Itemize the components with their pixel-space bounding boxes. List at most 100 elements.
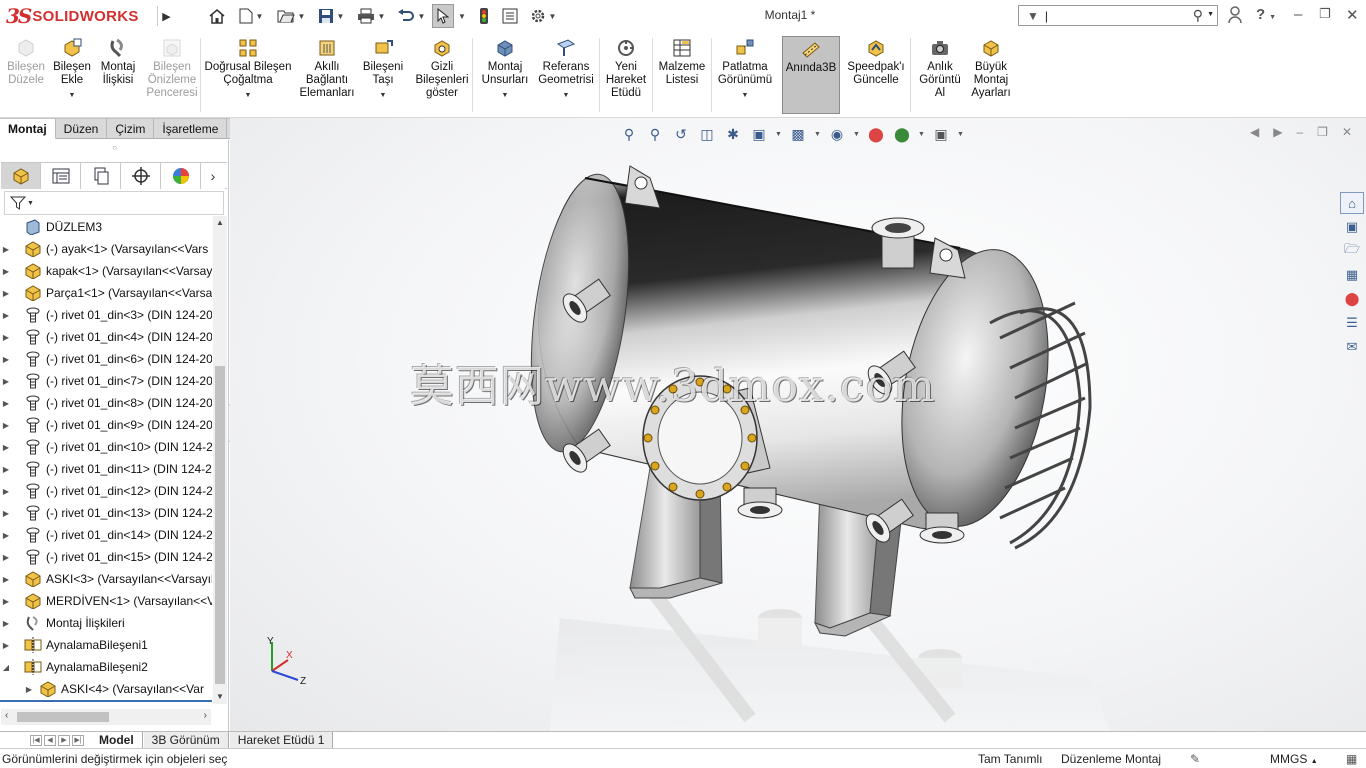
- more-tabs-chevron-icon[interactable]: ›: [201, 163, 225, 189]
- tab-3[interactable]: İşaretleme: [154, 118, 228, 139]
- assembly-features-button[interactable]: Montaj Unsurları ▼: [478, 36, 532, 114]
- rebuild-traffic-light-icon[interactable]: [473, 4, 495, 28]
- tree-horizontal-scrollbar[interactable]: ‹ ›: [1, 709, 211, 725]
- search-icon[interactable]: ⚲: [1193, 7, 1203, 24]
- tab-1[interactable]: Düzen: [55, 118, 108, 139]
- design-library-icon[interactable]: ▣: [1340, 216, 1364, 238]
- tree-item[interactable]: ▶ (-) rivet 01_din<11> (DIN 124-2: [0, 458, 212, 480]
- tree-item[interactable]: ▶ (-) ayak<1> (Varsayılan<<Vars: [0, 238, 212, 260]
- tab-0[interactable]: Montaj: [0, 118, 56, 139]
- edit-appearance-icon[interactable]: ⬤: [865, 123, 887, 145]
- tree-rollback-bar[interactable]: [0, 700, 212, 702]
- viewport-minimize-icon[interactable]: –: [1296, 125, 1303, 139]
- take-snapshot-button[interactable]: Anlık Görüntü Al: [914, 36, 966, 114]
- hide-show-items-icon[interactable]: ◉: [826, 123, 848, 145]
- rebuild-status-icon[interactable]: ✎: [1190, 752, 1200, 766]
- tree-item[interactable]: ▶ (-) rivet 01_din<14> (DIN 124-2: [0, 524, 212, 546]
- view-orientation-dropdown-icon[interactable]: ▼: [774, 123, 783, 145]
- expand-arrow-icon[interactable]: ▶: [0, 267, 12, 276]
- tree-item[interactable]: ▶ AynalamaBileşeni1: [0, 634, 212, 656]
- chevron-down-icon[interactable]: ▼: [380, 89, 387, 102]
- bottom-tab-2[interactable]: Hareket Etüdü 1: [228, 732, 334, 748]
- tree-item[interactable]: ▶ (-) rivet 01_din<3> (DIN 124-20: [0, 304, 212, 326]
- status-bar-toggle-icon[interactable]: ▦: [1346, 752, 1357, 766]
- scroll-down-icon[interactable]: ▼: [213, 690, 227, 704]
- restore-window-icon[interactable]: ❐: [1319, 6, 1331, 22]
- move-component-button[interactable]: Bileşeni Taşı ▼: [360, 36, 406, 114]
- tree-item[interactable]: ▶ MERDİVEN<1> (Varsayılan<<V: [0, 590, 212, 612]
- display-style-dropdown-icon[interactable]: ▼: [813, 123, 822, 145]
- tree-item[interactable]: ◢ AynalamaBileşeni2: [0, 656, 212, 678]
- pressure-vessel-model[interactable]: [230, 118, 1366, 731]
- expand-arrow-icon[interactable]: ▶: [0, 333, 12, 342]
- instant3d-button[interactable]: Anında3B: [782, 36, 840, 114]
- first-tab-icon[interactable]: |◀: [30, 734, 42, 746]
- close-window-icon[interactable]: ✕: [1346, 6, 1359, 24]
- chevron-down-icon[interactable]: ▼: [245, 89, 252, 102]
- tree-vertical-scrollbar[interactable]: ▲ ▼: [213, 216, 227, 704]
- tree-item[interactable]: DÜZLEM3: [0, 216, 212, 238]
- large-assembly-settings-button[interactable]: Büyük Montaj Ayarları: [968, 36, 1014, 114]
- view-palette-icon[interactable]: ▦: [1340, 264, 1364, 286]
- display-style-icon[interactable]: ▩: [787, 123, 809, 145]
- tree-item[interactable]: ▶ (-) rivet 01_din<4> (DIN 124-20: [0, 326, 212, 348]
- bottom-tab-0[interactable]: Model: [90, 732, 143, 748]
- expand-arrow-icon[interactable]: ▶: [0, 531, 12, 540]
- tree-item[interactable]: ▶ (-) rivet 01_din<7> (DIN 124-20: [0, 370, 212, 392]
- tree-item[interactable]: ▶ (-) rivet 01_din<10> (DIN 124-2: [0, 436, 212, 458]
- previous-tab-icon[interactable]: ◀: [44, 734, 56, 746]
- user-account-icon[interactable]: [1228, 6, 1242, 28]
- tree-item[interactable]: ▶ (-) rivet 01_din<8> (DIN 124-20: [0, 392, 212, 414]
- expand-arrow-icon[interactable]: ▶: [0, 355, 12, 364]
- tree-item[interactable]: ▶ ASKI<3> (Varsayılan<<Varsayıl: [0, 568, 212, 590]
- chevron-down-icon[interactable]: ▼: [502, 89, 509, 102]
- expand-arrow-icon[interactable]: ▶: [0, 289, 12, 298]
- reference-geometry-button[interactable]: Referans Geometrisi ▼: [536, 36, 596, 114]
- section-view-icon[interactable]: ◫: [696, 123, 718, 145]
- expand-arrow-icon[interactable]: ▶: [0, 509, 12, 518]
- expanded-arrow-icon[interactable]: ◢: [0, 663, 12, 672]
- tree-item[interactable]: ▶ (-) rivet 01_din<12> (DIN 124-2: [0, 480, 212, 502]
- zoom-to-fit-icon[interactable]: ⚲: [618, 123, 640, 145]
- expand-arrow-icon[interactable]: ▶: [0, 641, 12, 650]
- chevron-down-icon[interactable]: ▼: [563, 89, 570, 102]
- scroll-left-icon[interactable]: ‹: [5, 710, 8, 721]
- mate-button[interactable]: Montaj İlişkisi: [96, 36, 140, 114]
- viewport-close-icon[interactable]: ✕: [1342, 125, 1352, 139]
- hide-show-dropdown-icon[interactable]: ▼: [852, 123, 861, 145]
- new-document-icon[interactable]: ▼: [233, 4, 269, 28]
- viewport-collapse-left-icon[interactable]: ◀: [1250, 125, 1259, 139]
- appearances-scenes-icon[interactable]: ⬤: [1340, 288, 1364, 310]
- scroll-thumb[interactable]: [215, 366, 225, 684]
- solidworks-logo[interactable]: 3S SOLIDWORKS: [6, 2, 139, 30]
- search-scope-icon[interactable]: ▼: [1027, 9, 1039, 23]
- expand-arrow-icon[interactable]: ▶: [0, 377, 12, 386]
- last-tab-icon[interactable]: ▶|: [72, 734, 84, 746]
- edit-component-button[interactable]: Bileşen Düzele: [4, 36, 48, 114]
- solidworks-resources-home-icon[interactable]: ⌂: [1340, 192, 1364, 214]
- chevron-down-icon[interactable]: ▼: [69, 89, 76, 102]
- print-icon[interactable]: ▼: [353, 4, 389, 28]
- dimxpert-manager-tab-icon[interactable]: [121, 163, 161, 189]
- tree-item[interactable]: ▶ (-) rivet 01_din<9> (DIN 124-20: [0, 414, 212, 436]
- undo-icon[interactable]: ▼: [393, 4, 429, 28]
- custom-properties-icon[interactable]: ☰: [1340, 312, 1364, 334]
- apply-scene-dropdown-icon[interactable]: ▼: [917, 123, 926, 145]
- select-dropdown-icon[interactable]: ▼: [456, 4, 468, 28]
- scroll-up-icon[interactable]: ▲: [213, 216, 227, 230]
- expand-arrow-icon[interactable]: ▶: [0, 245, 12, 254]
- viewport-expand-right-icon[interactable]: ▶: [1273, 125, 1282, 139]
- search-commands-field[interactable]: ▼ | ⚲ ▼: [1018, 5, 1218, 26]
- file-properties-icon[interactable]: [499, 4, 521, 28]
- expand-arrow-icon[interactable]: ▶: [0, 575, 12, 584]
- units-selector[interactable]: MMGS ▲: [1270, 752, 1318, 766]
- tree-item[interactable]: ▶ (-) rivet 01_din<6> (DIN 124-20: [0, 348, 212, 370]
- previous-view-icon[interactable]: ↺: [670, 123, 692, 145]
- feature-manager-tree-tab-icon[interactable]: [1, 163, 41, 189]
- view-settings-dropdown-icon[interactable]: ▼: [956, 123, 965, 145]
- dynamic-annotation-icon[interactable]: ✱: [722, 123, 744, 145]
- insert-component-button[interactable]: Bileşen Ekle ▼: [50, 36, 94, 114]
- expand-arrow-icon[interactable]: ▶: [23, 685, 35, 694]
- save-icon[interactable]: ▼: [313, 4, 349, 28]
- bill-of-materials-button[interactable]: Malzeme Listesi: [654, 36, 710, 114]
